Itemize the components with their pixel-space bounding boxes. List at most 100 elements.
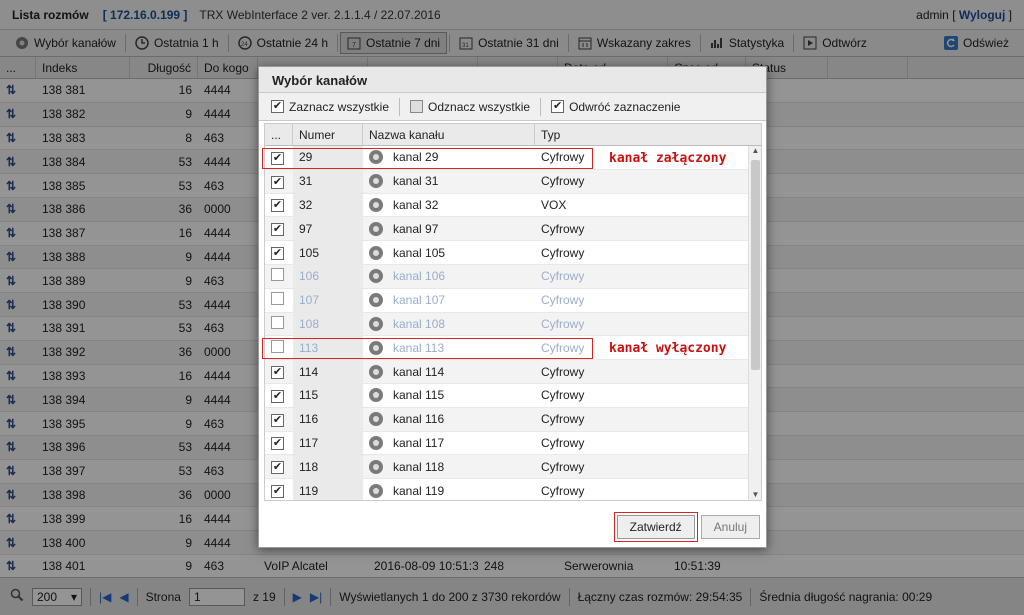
scroll-thumb[interactable] xyxy=(751,160,760,370)
speaker-icon xyxy=(369,435,383,450)
channel-checkbox[interactable] xyxy=(265,339,293,356)
cell-channel-name: kanal 116 xyxy=(363,412,535,427)
channel-grid: ... Numer Nazwa kanału Typ ✔ 29 kanal 29 Cy… xyxy=(264,123,762,501)
cell-channel-type: Cyfrowy xyxy=(541,459,585,474)
cell-channel-type: Cyfrowy xyxy=(541,316,585,331)
channel-row[interactable]: ✔ 116 kanal 116 Cyfrowy xyxy=(265,407,750,432)
cell-channel-name: kanal 117 xyxy=(363,435,535,450)
cell-channel-number: 114 xyxy=(293,360,363,383)
speaker-icon xyxy=(369,150,383,165)
checkbox-checked-icon: ✔ xyxy=(271,199,284,213)
channel-checkbox[interactable] xyxy=(265,268,293,284)
channel-checkbox[interactable]: ✔ xyxy=(265,388,293,403)
channel-checkbox[interactable]: ✔ xyxy=(265,245,293,261)
cell-channel-number: 97 xyxy=(293,217,363,241)
channel-row[interactable]: 107 kanal 107 Cyfrowy xyxy=(265,288,750,313)
channel-checkbox[interactable]: ✔ xyxy=(265,435,293,451)
select-all-button[interactable]: ✔ Zaznacz wszystkie xyxy=(265,100,395,114)
checkbox-checked-icon: ✔ xyxy=(271,389,284,403)
checkbox-checked-icon: ✔ xyxy=(271,223,284,237)
cell-channel-name: kanal 97 xyxy=(363,221,535,236)
channel-name-text: kanal 115 xyxy=(393,388,445,403)
channel-name-text: kanal 113 xyxy=(393,340,445,355)
channel-select-dialog: Wybór kanałów ✔ Zaznacz wszystkie Odznac… xyxy=(258,66,767,548)
cell-channel-type: Cyfrowy xyxy=(541,435,585,450)
speaker-icon xyxy=(369,293,383,308)
col-header-type[interactable]: Typ xyxy=(535,124,750,145)
cancel-button[interactable]: Anuluj xyxy=(700,515,760,539)
channel-checkbox[interactable]: ✔ xyxy=(265,412,293,427)
dialog-title: Wybór kanałów xyxy=(259,67,766,93)
speaker-icon xyxy=(369,483,383,498)
channel-row[interactable]: ✔ 118 kanal 118 Cyfrowy xyxy=(265,455,750,480)
checkbox-checked-icon: ✔ xyxy=(271,100,284,113)
channel-checkbox[interactable]: ✔ xyxy=(265,174,293,189)
channel-name-text: kanal 118 xyxy=(393,459,445,474)
channel-checkbox[interactable]: ✔ xyxy=(265,221,293,237)
deselect-all-label: Odznacz wszystkie xyxy=(428,99,531,114)
cell-channel-type: Cyfrowy xyxy=(541,364,585,379)
channel-checkbox[interactable] xyxy=(265,315,293,332)
action-separator xyxy=(399,97,401,116)
checkbox-checked-icon: ✔ xyxy=(271,461,284,475)
checkbox-checked-icon: ✔ xyxy=(271,175,284,189)
channel-row[interactable]: ✔ 31 kanal 31 Cyfrowy xyxy=(265,169,750,194)
cell-channel-name: kanal 106 xyxy=(363,269,535,284)
invert-selection-label: Odwróć zaznaczenie xyxy=(569,99,681,114)
invert-selection-button[interactable]: ✔ Odwróć zaznaczenie xyxy=(545,100,686,114)
cell-channel-number: 113 xyxy=(293,336,363,360)
cell-channel-name: kanal 118 xyxy=(363,459,535,474)
action-separator xyxy=(540,97,542,116)
channel-grid-body: ✔ 29 kanal 29 Cyfrowy ✔ 31 kanal 31 Cyfrowy ✔ 32 k… xyxy=(265,146,750,500)
cell-channel-name: kanal 107 xyxy=(363,293,535,308)
channel-grid-header: ... Numer Nazwa kanału Typ xyxy=(265,124,761,146)
channel-row[interactable]: ✔ 117 kanal 117 Cyfrowy xyxy=(265,431,750,456)
confirm-button[interactable]: Zatwierdź xyxy=(613,512,698,542)
speaker-icon xyxy=(369,340,383,355)
checkbox-checked-icon: ✔ xyxy=(271,247,284,261)
channel-row[interactable]: ✔ 105 kanal 105 Cyfrowy xyxy=(265,241,750,265)
cell-channel-name: kanal 114 xyxy=(363,364,535,379)
cell-channel-name: kanal 105 xyxy=(363,245,535,260)
dialog-actions: ✔ Zaznacz wszystkie Odznacz wszystkie ✔ … xyxy=(259,93,766,121)
cell-channel-name: kanal 115 xyxy=(363,388,535,403)
channel-checkbox[interactable]: ✔ xyxy=(265,364,293,380)
cell-channel-type: VOX xyxy=(541,197,567,212)
channel-name-text: kanal 108 xyxy=(393,316,446,331)
deselect-all-button[interactable]: Odznacz wszystkie xyxy=(404,100,536,114)
channel-row[interactable]: ✔ 32 kanal 32 VOX xyxy=(265,193,750,218)
channel-name-text: kanal 119 xyxy=(393,483,445,498)
channel-checkbox[interactable]: ✔ xyxy=(265,150,293,165)
col-header-channel-name[interactable]: Nazwa kanału xyxy=(363,124,535,145)
col-header-number[interactable]: Numer xyxy=(293,124,363,145)
col-header-menu[interactable]: ... xyxy=(265,124,293,145)
channel-checkbox[interactable]: ✔ xyxy=(265,483,293,499)
channel-grid-scrollbar[interactable]: ▲ ▼ xyxy=(748,146,761,500)
channel-row[interactable]: ✔ 97 kanal 97 Cyfrowy xyxy=(265,217,750,242)
channel-checkbox[interactable]: ✔ xyxy=(265,197,293,213)
checkbox-checked-icon: ✔ xyxy=(271,485,284,499)
channel-name-text: kanal 32 xyxy=(393,197,439,212)
speaker-icon xyxy=(369,221,383,236)
channel-name-text: kanal 31 xyxy=(393,174,439,189)
channel-row[interactable]: 106 kanal 106 Cyfrowy xyxy=(265,264,750,289)
cell-channel-type: Cyfrowy xyxy=(541,388,585,403)
channel-name-text: kanal 107 xyxy=(393,293,446,308)
speaker-icon xyxy=(369,245,383,260)
scroll-down-icon[interactable]: ▼ xyxy=(749,490,761,500)
cell-channel-type: Cyfrowy xyxy=(541,221,585,236)
channel-row[interactable]: ✔ 114 kanal 114 Cyfrowy xyxy=(265,360,750,384)
channel-row[interactable]: ✔ 115 kanal 115 Cyfrowy xyxy=(265,383,750,408)
channel-row[interactable]: 108 kanal 108 Cyfrowy xyxy=(265,312,750,337)
speaker-icon xyxy=(369,388,383,403)
channel-checkbox[interactable] xyxy=(265,292,293,308)
speaker-icon xyxy=(369,412,383,427)
channel-name-text: kanal 29 xyxy=(393,150,439,165)
cell-channel-name: kanal 113 xyxy=(363,340,535,355)
scroll-up-icon[interactable]: ▲ xyxy=(749,146,761,158)
channel-checkbox[interactable]: ✔ xyxy=(265,459,293,475)
cell-channel-name: kanal 119 xyxy=(363,483,535,498)
speaker-icon xyxy=(369,269,383,284)
channel-row[interactable]: ✔ 119 kanal 119 Cyfrowy xyxy=(265,479,750,500)
cell-channel-type: Cyfrowy xyxy=(541,245,585,260)
